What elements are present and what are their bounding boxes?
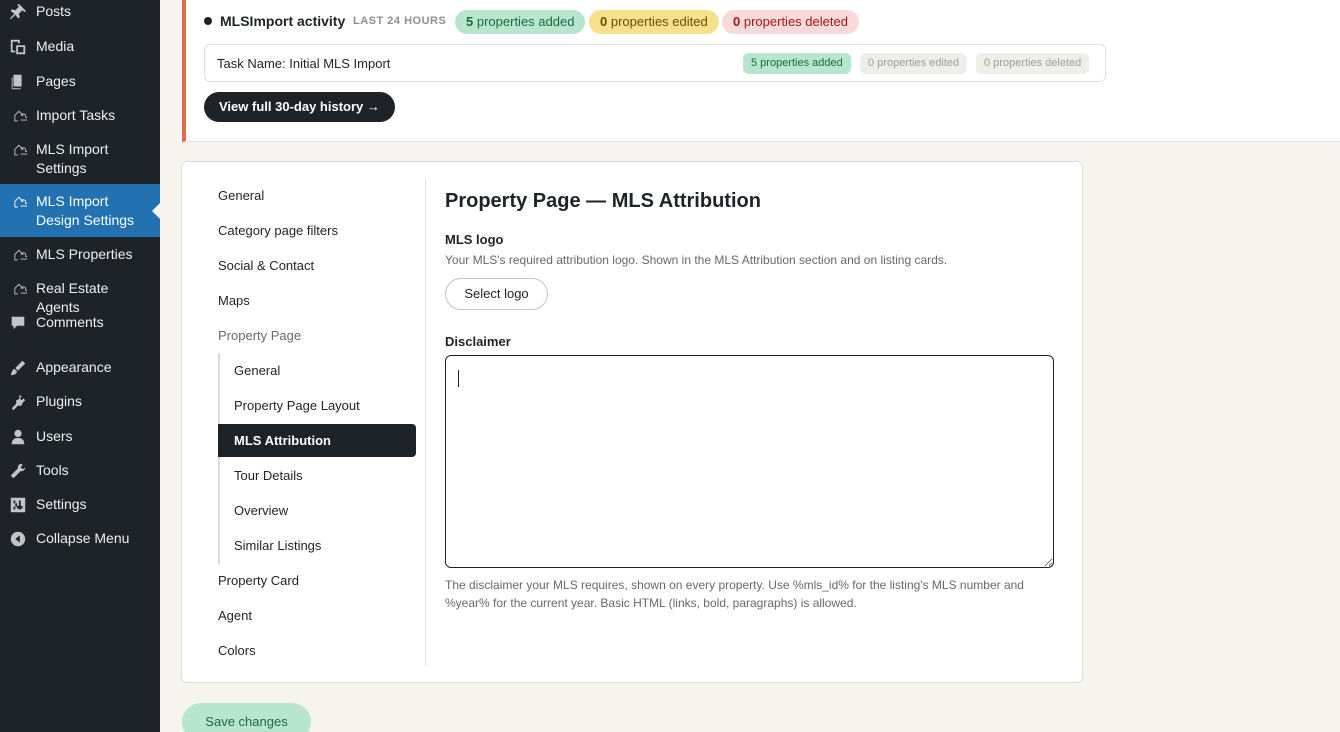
sidebar-item-label: MLS Properties (36, 246, 133, 262)
cloud-home-icon (8, 192, 28, 212)
nav-divider (425, 178, 426, 666)
deleted-label: properties deleted (743, 14, 848, 29)
mls-logo-help: Your MLS's required attribution logo. Sh… (445, 253, 948, 267)
nav-agent[interactable]: Agent (218, 606, 252, 626)
sidebar-item-import-tasks[interactable]: Import Tasks (0, 106, 160, 126)
added-label: properties added (476, 14, 575, 29)
sidebar-item-media[interactable]: Media (0, 37, 160, 57)
cloud-home-icon (8, 279, 28, 299)
settings-nav: General Category page filters Social & C… (218, 162, 424, 684)
subnav-similar-listings[interactable]: Similar Listings (218, 529, 416, 562)
sidebar-item-comments[interactable]: Comments (0, 313, 160, 333)
task-deleted-badge: 0 properties deleted (976, 53, 1090, 74)
sidebar-item-label: Real Estate Agents (36, 280, 109, 315)
deleted-badge: 0 properties deleted (722, 10, 859, 34)
sidebar-item-posts[interactable]: Posts (0, 2, 160, 22)
design-settings-card: General Category page filters Social & C… (181, 161, 1083, 683)
collapse-icon (8, 529, 28, 549)
edited-count: 0 (600, 14, 608, 29)
task-row: Task Name: Initial MLS Import 5 properti… (204, 44, 1106, 82)
view-history-button[interactable]: View full 30-day history → (204, 92, 395, 122)
task-added-badge: 5 properties added (743, 53, 851, 74)
subnav-general[interactable]: General (218, 354, 416, 387)
subnav-tour-details[interactable]: Tour Details (218, 459, 416, 492)
wrench-icon (8, 461, 28, 481)
mls-logo-label: MLS logo (445, 232, 504, 247)
media-icon (8, 37, 28, 57)
nav-social-contact[interactable]: Social & Contact (218, 256, 314, 276)
sidebar-item-real-estate-agents[interactable]: Real Estate Agents (0, 279, 160, 315)
user-icon (8, 427, 28, 447)
sidebar-item-mls-import-design-settings[interactable]: MLS Import Design Settings (0, 184, 160, 237)
task-name: Task Name: Initial MLS Import (217, 56, 391, 71)
sidebar-item-label: Import Tasks (36, 107, 116, 123)
cloud-home-icon (8, 245, 28, 265)
sidebar-item-mls-import-settings[interactable]: MLS Import Settings (0, 140, 160, 178)
disclaimer-help-line-2: %year% for the current year. Basic HTML … (445, 596, 857, 610)
pushpin-icon (8, 2, 28, 22)
added-count: 5 (466, 14, 474, 29)
sidebar-item-label: Plugins (36, 393, 82, 409)
subnav-mls-attribution[interactable]: MLS Attribution (218, 424, 416, 457)
sidebar-item-label: MLS Import Settings (36, 141, 109, 176)
paintbrush-icon (8, 358, 28, 378)
sidebar-item-label: Appearance (36, 359, 112, 375)
sidebar-item-label: MLS Import Design Settings (36, 193, 135, 228)
activity-period: LAST 24 HOURS (353, 15, 447, 27)
sidebar-item-tools[interactable]: Tools (0, 461, 160, 481)
select-logo-button[interactable]: Select logo (445, 278, 548, 310)
sidebar-item-collapse-menu[interactable]: Collapse Menu (0, 529, 160, 549)
comment-icon (8, 313, 28, 333)
sliders-icon (8, 495, 28, 515)
nav-general[interactable]: General (218, 186, 264, 206)
sidebar-item-label: Settings (36, 496, 87, 512)
cloud-home-icon (8, 106, 28, 126)
disclaimer-help-line-1: The disclaimer your MLS requires, shown … (445, 578, 1024, 592)
added-badge: 5 properties added (455, 10, 586, 34)
plugin-icon (8, 392, 28, 412)
text-caret (458, 370, 459, 387)
deleted-count: 0 (733, 14, 741, 29)
sidebar-item-label: Tools (36, 462, 69, 478)
sidebar-item-pages[interactable]: Pages (0, 72, 160, 92)
nav-category-page-filters[interactable]: Category page filters (218, 221, 338, 241)
pages-icon (8, 72, 28, 92)
section-title: Property Page — MLS Attribution (445, 190, 761, 212)
sidebar-item-label: Posts (36, 3, 72, 19)
status-dot (204, 17, 212, 25)
nav-property-card[interactable]: Property Card (218, 571, 299, 591)
nav-property-page[interactable]: Property Page (218, 326, 301, 346)
subnav-property-page-layout[interactable]: Property Page Layout (218, 389, 416, 422)
nav-maps[interactable]: Maps (218, 291, 250, 311)
subnav-overview[interactable]: Overview (218, 494, 416, 527)
sidebar-item-appearance[interactable]: Appearance (0, 358, 160, 378)
activity-title: MLSImport activity (220, 13, 346, 29)
sidebar-item-label: Pages (36, 73, 76, 89)
cloud-home-icon (8, 140, 28, 160)
import-activity-notice: MLSImport activity LAST 24 HOURS 5 prope… (182, 0, 1340, 142)
save-changes-button[interactable]: Save changes (182, 703, 311, 732)
disclaimer-label: Disclaimer (445, 334, 511, 349)
sidebar-item-mls-properties[interactable]: MLS Properties (0, 245, 160, 265)
sidebar-item-plugins[interactable]: Plugins (0, 392, 160, 412)
sidebar-item-label: Users (36, 428, 73, 444)
sidebar-item-users[interactable]: Users (0, 427, 160, 447)
admin-sidebar: Posts Media Pages Import Tasks MLS Impor… (0, 0, 160, 732)
disclaimer-textarea[interactable] (445, 355, 1054, 568)
sidebar-item-label: Comments (36, 314, 104, 330)
edited-badge: 0 properties edited (589, 10, 719, 34)
edited-label: properties edited (610, 14, 708, 29)
sidebar-item-label: Media (36, 38, 75, 54)
nav-colors[interactable]: Colors (218, 641, 256, 661)
task-edited-badge: 0 properties edited (860, 53, 968, 74)
sidebar-item-settings[interactable]: Settings (0, 495, 160, 515)
sidebar-item-label: Collapse Menu (36, 530, 130, 546)
